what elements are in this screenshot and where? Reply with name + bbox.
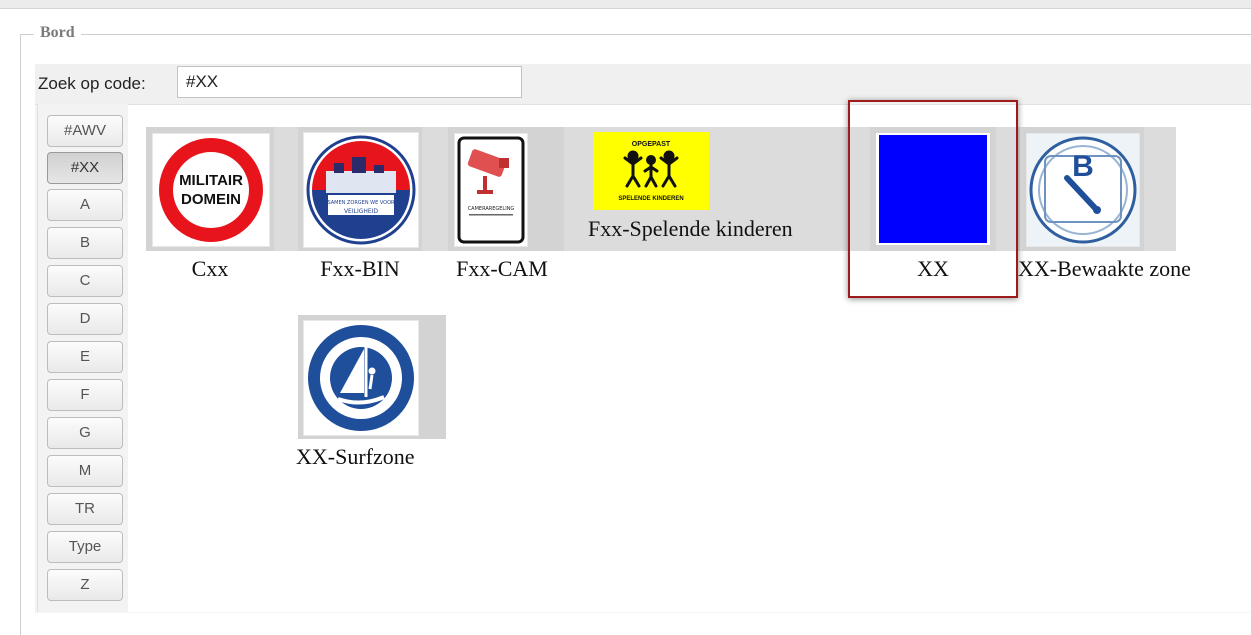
search-input[interactable] bbox=[177, 66, 522, 98]
sign-text-samen: SAMEN ZORGEN WE VOOR bbox=[327, 200, 395, 206]
search-label: Zoek op code: bbox=[38, 74, 146, 93]
sign-text-veiligheid: VEILIGHEID bbox=[344, 208, 378, 215]
playing-children-sign-icon: OPGEPAST SPELENDE KINDEREN bbox=[593, 132, 709, 210]
tab-e[interactable]: E bbox=[47, 341, 123, 373]
tab-z[interactable]: Z bbox=[47, 569, 123, 601]
sign-text-opgepast: OPGEPAST bbox=[632, 141, 671, 148]
tab-c[interactable]: C bbox=[47, 265, 123, 297]
camera-surveillance-sign-icon: CAMERAREGELING bbox=[454, 133, 528, 247]
sign-caption: XX-Surfzone bbox=[296, 444, 415, 469]
selection-highlight bbox=[848, 100, 1018, 298]
guarded-zone-sign-icon: B bbox=[1026, 133, 1140, 247]
tab-g[interactable]: G bbox=[47, 417, 123, 449]
tab-type[interactable]: Type bbox=[47, 531, 123, 563]
tab-d[interactable]: D bbox=[47, 303, 123, 335]
sign-text-militair: MILITAIR bbox=[179, 172, 243, 189]
tab-tr[interactable]: TR bbox=[47, 493, 123, 525]
sign-caption: XX-Bewaakte zone bbox=[1018, 256, 1191, 281]
surf-zone-sign-icon bbox=[303, 320, 419, 436]
sign-text-camera: CAMERAREGELING bbox=[468, 206, 515, 212]
fieldset-legend: Bord bbox=[34, 24, 81, 42]
search-row: Zoek op code: bbox=[35, 64, 1251, 104]
sign-caption: Fxx-CAM bbox=[456, 256, 548, 281]
sign-text-b: B bbox=[1072, 150, 1094, 183]
militair-domein-sign-icon: MILITAIR DOMEIN bbox=[152, 133, 270, 247]
tab-xx[interactable]: #XX bbox=[47, 152, 123, 184]
tab-b[interactable]: B bbox=[47, 227, 123, 259]
tab-awv[interactable]: #AWV bbox=[47, 115, 123, 147]
tab-a[interactable]: A bbox=[47, 189, 123, 221]
sign-text-domein: DOMEIN bbox=[181, 191, 241, 208]
tab-f[interactable]: F bbox=[47, 379, 123, 411]
sign-text-spelende: SPELENDE KINDEREN bbox=[618, 196, 683, 202]
top-edge bbox=[0, 0, 1251, 9]
sign-caption: Fxx-Spelende kinderen bbox=[588, 216, 793, 241]
sign-caption: Cxx bbox=[191, 256, 229, 281]
tab-m[interactable]: M bbox=[47, 455, 123, 487]
bin-neighborhood-watch-sign-icon: SAMEN ZORGEN WE VOOR VEILIGHEID bbox=[303, 132, 419, 248]
sign-caption: Fxx-BIN bbox=[320, 256, 400, 281]
